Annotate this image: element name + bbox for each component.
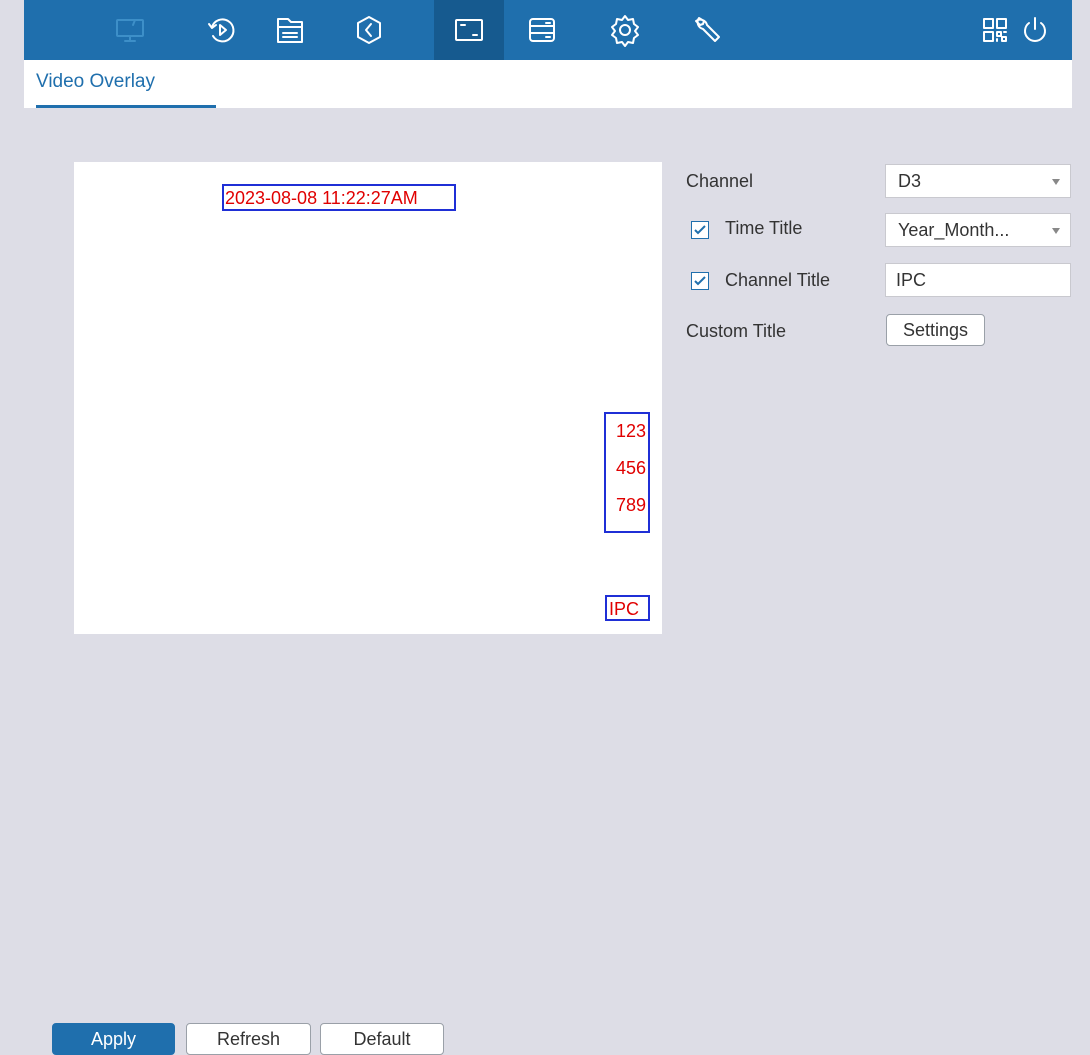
chevron-down-icon: [1052, 228, 1060, 234]
custom-title-line-1: 123: [616, 421, 647, 441]
channel-select-value: D3: [898, 171, 922, 191]
settings-gear-icon[interactable]: [604, 0, 646, 60]
channel-title-overlay-text: IPC: [609, 599, 640, 619]
tab-active-underline: [36, 105, 216, 108]
maintenance-wrench-icon[interactable]: [686, 0, 728, 60]
history-icon[interactable]: [348, 0, 390, 60]
tab-video-overlay-label: Video Overlay: [36, 71, 155, 92]
display-icon[interactable]: [434, 0, 504, 60]
custom-title-overlay-box[interactable]: 123 456 789: [604, 412, 650, 533]
time-overlay-text: 2023-08-08 11:22:27AM: [225, 188, 418, 208]
power-icon[interactable]: [1014, 0, 1056, 60]
file-icon[interactable]: [269, 0, 311, 60]
playback-icon[interactable]: [201, 0, 243, 60]
time-title-format-value: Year_Month...: [898, 220, 1010, 240]
monitor-icon[interactable]: [109, 0, 151, 60]
apply-button[interactable]: Apply: [52, 1023, 175, 1055]
checkmark-icon: [694, 276, 706, 286]
default-button[interactable]: Default: [320, 1023, 444, 1055]
video-preview: 2023-08-08 11:22:27AM 123 456 789 IPC: [74, 162, 662, 634]
custom-title-line-3: 789: [616, 495, 647, 515]
checkmark-icon: [694, 225, 706, 235]
custom-title-line-2: 456: [616, 458, 647, 478]
channel-select[interactable]: D3: [885, 164, 1071, 198]
channel-title-checkbox[interactable]: [691, 272, 709, 290]
chevron-down-icon: [1052, 179, 1060, 185]
top-nav-bar: [24, 0, 1072, 60]
channel-title-overlay-box[interactable]: IPC: [605, 595, 650, 621]
storage-icon[interactable]: [521, 0, 563, 60]
time-overlay-box[interactable]: 2023-08-08 11:22:27AM: [222, 184, 456, 211]
tab-strip: Video Overlay: [24, 60, 1072, 108]
tab-video-overlay[interactable]: Video Overlay: [36, 68, 216, 108]
time-title-checkbox[interactable]: [691, 221, 709, 239]
time-title-format-select[interactable]: Year_Month...: [885, 213, 1071, 247]
qr-code-icon[interactable]: [974, 0, 1016, 60]
refresh-button[interactable]: Refresh: [186, 1023, 311, 1055]
custom-title-label: Custom Title: [686, 321, 787, 341]
time-title-label: Time Title: [725, 218, 803, 238]
channel-title-label: Channel Title: [725, 270, 831, 290]
channel-label: Channel: [686, 171, 754, 191]
channel-title-input[interactable]: [885, 263, 1071, 297]
custom-title-settings-button[interactable]: Settings: [886, 314, 985, 346]
